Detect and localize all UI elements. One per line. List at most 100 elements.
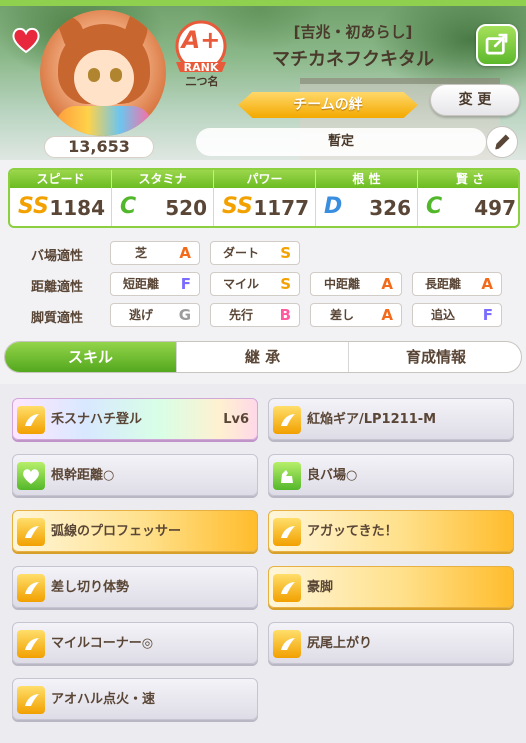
- aptitude-grade: A: [381, 306, 393, 324]
- skill-name: 良バ場○: [307, 468, 358, 483]
- stat-grade: C: [426, 194, 443, 219]
- skill-name: 紅焔ギア/LP1211-M: [307, 412, 437, 427]
- skill-item[interactable]: マイルコーナー◎: [12, 622, 258, 664]
- aptitude-medium: 中距離 A: [310, 272, 402, 296]
- track-aptitude-label: バ場適性: [30, 249, 83, 264]
- stat-grade: SS: [222, 194, 253, 219]
- change-button[interactable]: 変 更: [430, 84, 520, 116]
- skill-item[interactable]: 尻尾上がり: [268, 622, 514, 664]
- skill-item[interactable]: 良バ場○: [268, 454, 514, 496]
- profile-header: 13,653 A+ RANK 二つ名 [吉兆・初あらし] マチカネフクキタル チ…: [0, 0, 526, 160]
- edit-button[interactable]: [486, 126, 518, 158]
- skill-item[interactable]: 禾スナハチ登ル Lv6: [12, 398, 258, 440]
- stat-value: 1184: [49, 196, 105, 220]
- aptitude-chip-label: 長距離: [424, 277, 461, 291]
- aptitude-grade: F: [482, 306, 493, 324]
- character-outfit: [56, 106, 152, 136]
- stat-label: スピード: [10, 170, 111, 188]
- team-bond-ribbon: チームの絆: [238, 92, 418, 118]
- tab-skills[interactable]: スキル: [5, 342, 177, 372]
- aptitude-chip-label: マイル: [222, 277, 259, 291]
- stat-speed: スピード SS 1184: [10, 170, 112, 226]
- speed-skill-icon: [273, 630, 301, 658]
- skill-name: マイルコーナー◎: [51, 636, 154, 651]
- stat-grade: SS: [18, 194, 49, 219]
- skill-name: 弧線のプロフェッサー: [51, 524, 182, 539]
- speed-skill-icon: [17, 686, 45, 714]
- skill-item[interactable]: 弧線のプロフェッサー: [12, 510, 258, 552]
- skill-item[interactable]: 豪脚: [268, 566, 514, 608]
- skill-item[interactable]: 差し切り体勢: [12, 566, 258, 608]
- aptitude-turf: 芝 A: [110, 241, 200, 265]
- aptitude-grade: A: [179, 244, 191, 262]
- alias-label: 二つ名: [185, 75, 219, 88]
- character-portrait[interactable]: [40, 10, 166, 136]
- character-eye-left: [88, 68, 100, 82]
- stat-value: 520: [165, 196, 207, 220]
- stat-label: 根 性: [316, 170, 417, 188]
- skill-name: 禾スナハチ登ル: [51, 412, 143, 427]
- aptitude-grade: B: [279, 306, 291, 324]
- stats-panel: スピード SS 1184 スタミナ C 520 パワー SS 1177 根 性 …: [8, 168, 520, 228]
- stamina-skill-icon: [17, 462, 45, 490]
- aptitude-grade: S: [280, 275, 291, 293]
- power-skill-icon: [273, 462, 301, 490]
- aptitude-chip-label: 短距離: [122, 277, 159, 291]
- favorite-heart-icon[interactable]: [11, 25, 41, 55]
- speed-skill-icon: [273, 406, 301, 434]
- aptitude-chaser: 追込 F: [412, 303, 502, 327]
- skill-item[interactable]: アガッてきた！: [268, 510, 514, 552]
- stat-grade: D: [324, 194, 343, 219]
- speed-skill-icon: [17, 406, 45, 434]
- aptitude-chip-label: 差し: [329, 308, 354, 322]
- aptitude-grade: G: [178, 306, 191, 324]
- aptitude-chip-label: 先行: [228, 308, 253, 322]
- aptitude-chip-label: 逃げ: [128, 308, 153, 322]
- aptitude-chip-label: ダート: [222, 246, 259, 260]
- stat-label: スタミナ: [112, 170, 213, 188]
- stat-stamina: スタミナ C 520: [112, 170, 214, 226]
- stat-grade: C: [120, 194, 137, 219]
- skill-item[interactable]: 根幹距離○: [12, 454, 258, 496]
- aptitude-grade: F: [180, 275, 191, 293]
- aptitude-chip-label: 追込: [430, 308, 455, 322]
- character-face: [74, 50, 134, 106]
- stat-value: 1177: [253, 196, 309, 220]
- speed-skill-icon: [17, 574, 45, 602]
- top-bar: [0, 0, 526, 6]
- aptitude-dirt: ダート S: [210, 241, 300, 265]
- speed-skill-icon: [17, 630, 45, 658]
- skill-level: Lv6: [223, 412, 249, 427]
- skill-name: 尻尾上がり: [307, 636, 373, 651]
- tentative-label: 暫定: [196, 128, 486, 156]
- rank-grade: A+: [181, 26, 221, 54]
- aptitude-chip-label: 中距離: [323, 277, 360, 291]
- stat-value: 326: [369, 196, 411, 220]
- skill-name: 差し切り体勢: [51, 580, 130, 595]
- aptitude-grade: A: [381, 275, 393, 293]
- aptitude-runner: 逃げ G: [110, 303, 200, 327]
- tab-bar: スキル 継 承 育成情報: [4, 341, 522, 373]
- style-aptitude-label: 脚質適性: [30, 311, 83, 326]
- character-name: マチカネフクキタル: [272, 49, 434, 70]
- distance-aptitude-label: 距離適性: [30, 280, 83, 295]
- aptitude-grade: A: [481, 275, 493, 293]
- skill-name: アオハル点火・速: [51, 692, 156, 707]
- stat-wisdom: 賢 さ C 497: [418, 170, 518, 226]
- share-button[interactable]: [476, 24, 518, 66]
- aptitude-grade: S: [280, 244, 291, 262]
- skill-item[interactable]: アオハル点火・速: [12, 678, 258, 720]
- skills-panel: 禾スナハチ登ル Lv6 紅焔ギア/LP1211-M 根幹距離○ 良バ場○ 弧線の…: [0, 384, 526, 743]
- speed-skill-icon: [273, 574, 301, 602]
- pencil-icon: [495, 134, 510, 150]
- stat-power: パワー SS 1177: [214, 170, 316, 226]
- tab-training-info[interactable]: 育成情報: [349, 342, 521, 372]
- aptitude-leader: 先行 B: [210, 303, 300, 327]
- aptitude-mile: マイル S: [210, 272, 300, 296]
- stat-label: 賢 さ: [418, 170, 518, 188]
- tab-inheritance[interactable]: 継 承: [177, 342, 349, 372]
- skill-item[interactable]: 紅焔ギア/LP1211-M: [268, 398, 514, 440]
- speed-skill-icon: [273, 518, 301, 546]
- aptitude-long: 長距離 A: [412, 272, 502, 296]
- aptitude-chip-label: 芝: [134, 246, 147, 260]
